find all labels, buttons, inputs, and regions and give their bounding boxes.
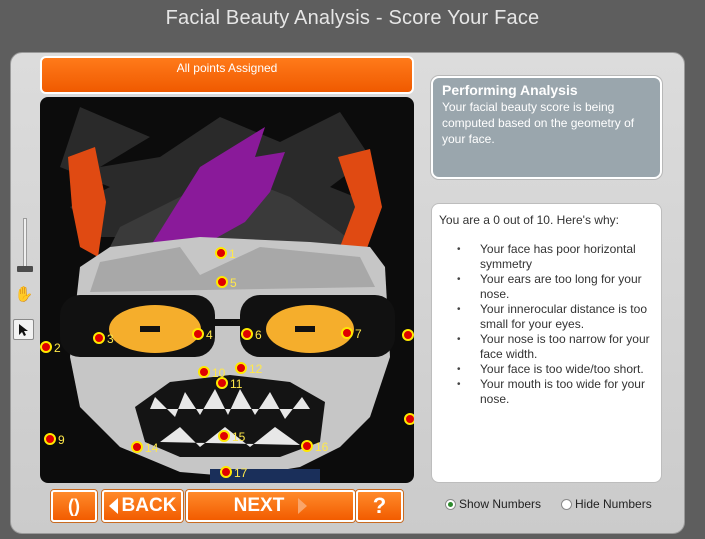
list-item: Your innerocular distance is too small f… bbox=[457, 302, 654, 332]
help-button[interactable]: ? bbox=[356, 490, 403, 522]
status-text: All points Assigned bbox=[176, 61, 278, 75]
svg-text:17: 17 bbox=[234, 466, 248, 480]
svg-text:3: 3 bbox=[107, 332, 114, 346]
reasons-list: Your face has poor horizontal symmetry Y… bbox=[439, 242, 654, 407]
landmark-point-14[interactable]: 14 bbox=[131, 441, 159, 455]
radio-unselected-icon bbox=[561, 498, 572, 510]
zoom-slider-handle[interactable] bbox=[17, 266, 33, 272]
landmark-point-8[interactable] bbox=[402, 329, 414, 341]
help-label: ? bbox=[372, 493, 387, 518]
svg-text:7: 7 bbox=[355, 327, 362, 341]
svg-text:1: 1 bbox=[229, 247, 236, 261]
landmark-point-16[interactable]: 16 bbox=[301, 440, 329, 454]
landmark-point-12[interactable]: 12 bbox=[235, 362, 263, 376]
svg-text:15: 15 bbox=[232, 430, 246, 444]
svg-text:6: 6 bbox=[255, 328, 262, 342]
analysis-description: Your facial beauty score is being comput… bbox=[442, 100, 635, 146]
list-item: Your nose is too narrow for your face wi… bbox=[457, 332, 654, 362]
landmark-point-15[interactable]: 15 bbox=[218, 430, 246, 444]
next-label: NEXT bbox=[233, 495, 285, 516]
svg-text:5: 5 bbox=[230, 276, 237, 290]
hide-numbers-radio[interactable]: Hide Numbers bbox=[561, 497, 652, 511]
analysis-title: Performing Analysis bbox=[442, 82, 578, 98]
svg-text:4: 4 bbox=[206, 328, 213, 342]
results-panel: You are a 0 out of 10. Here's why: Your … bbox=[431, 203, 662, 483]
face-canvas[interactable]: 1 2 3 4 5 6 7 9 10 11 12 14 15 16 17 bbox=[40, 97, 414, 483]
landmark-point-17[interactable]: 17 bbox=[220, 466, 248, 480]
refresh-icon: () bbox=[68, 495, 80, 516]
score-intro: You are a 0 out of 10. Here's why: bbox=[439, 213, 619, 227]
landmark-point-13[interactable] bbox=[404, 413, 414, 425]
svg-text:12: 12 bbox=[249, 362, 263, 376]
app-title: Facial Beauty Analysis - Score Your Face bbox=[165, 7, 540, 29]
show-numbers-label: Show Numbers bbox=[459, 497, 542, 511]
list-item: Your face is too wide/too short. bbox=[457, 362, 654, 377]
hide-numbers-label: Hide Numbers bbox=[575, 497, 652, 511]
radio-selected-icon bbox=[445, 498, 456, 510]
triangle-right-icon bbox=[298, 498, 308, 514]
status-bar: All points Assigned bbox=[40, 56, 414, 94]
svg-text:14: 14 bbox=[145, 441, 159, 455]
back-label: BACK bbox=[121, 495, 177, 516]
list-item: Your mouth is too wide for your nose. bbox=[457, 377, 654, 407]
svg-text:16: 16 bbox=[315, 440, 329, 454]
svg-text:2: 2 bbox=[54, 341, 61, 355]
svg-text:9: 9 bbox=[58, 433, 65, 447]
arrow-pointer-icon[interactable] bbox=[13, 319, 34, 340]
next-button[interactable]: NEXT bbox=[186, 490, 355, 522]
list-item: Your ears are too long for your nose. bbox=[457, 272, 654, 302]
back-button[interactable]: BACK bbox=[102, 490, 183, 522]
svg-text:11: 11 bbox=[230, 377, 243, 391]
show-numbers-radio[interactable]: Show Numbers bbox=[445, 497, 541, 511]
analysis-panel: Performing Analysis Your facial beauty s… bbox=[431, 76, 662, 179]
reset-button[interactable]: () bbox=[51, 490, 97, 522]
hand-icon[interactable]: ✋ bbox=[14, 285, 34, 305]
triangle-left-icon bbox=[108, 498, 118, 514]
zoom-slider[interactable] bbox=[23, 218, 27, 270]
list-item: Your face has poor horizontal symmetry bbox=[457, 242, 654, 272]
